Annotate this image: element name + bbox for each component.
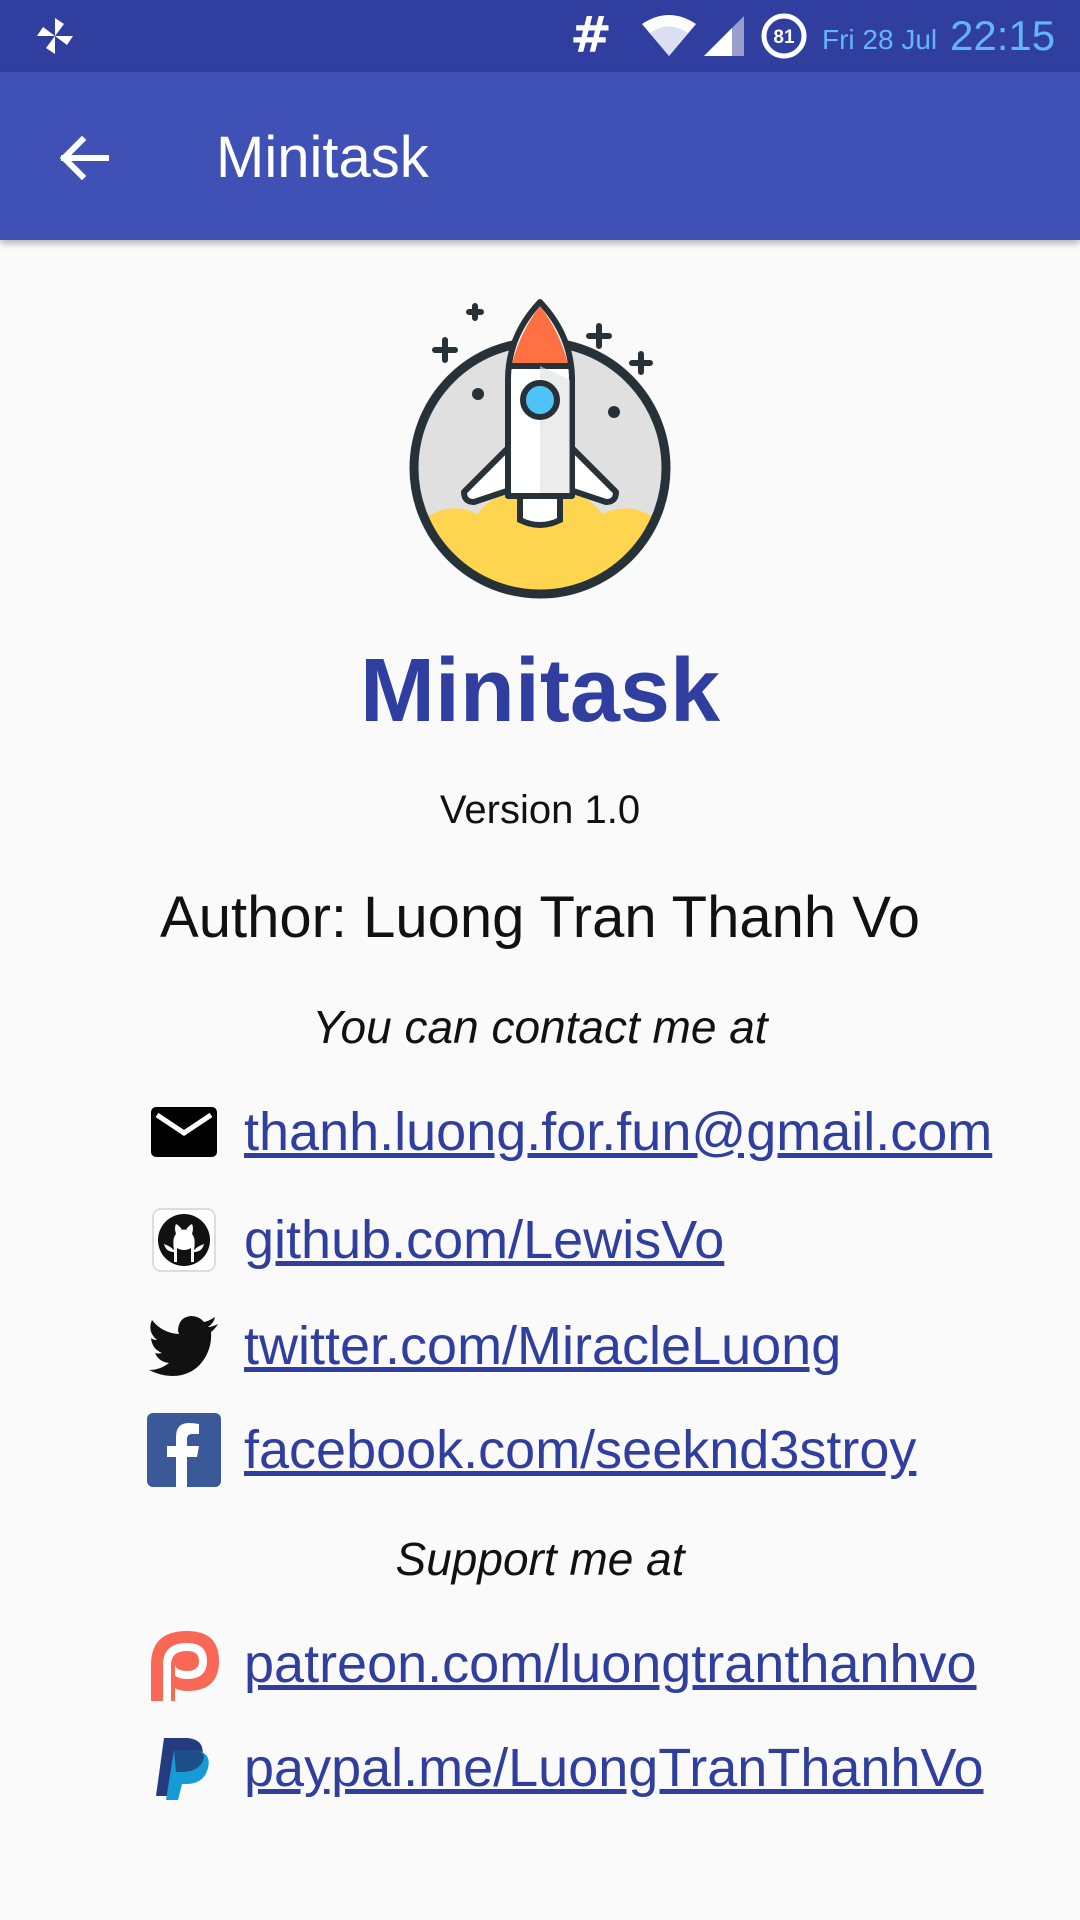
paypal-link-row[interactable]: paypal.me/LuongTranThanhVo: [146, 1728, 984, 1808]
twitter-icon: [146, 1308, 222, 1384]
hash-notification-icon: #: [570, 6, 612, 64]
wifi-icon: [642, 15, 696, 56]
pinwheel-icon: [37, 18, 73, 54]
author-text: Author: Luong Tran Thanh Vo: [160, 885, 920, 950]
email-link-row[interactable]: thanh.luong.for.fun@gmail.com: [146, 1092, 992, 1172]
github-link[interactable]: github.com/LewisVo: [244, 1209, 724, 1271]
patreon-icon: [146, 1626, 222, 1702]
email-link[interactable]: thanh.luong.for.fun@gmail.com: [244, 1101, 992, 1163]
status-date: Fri 28 Jul: [822, 24, 938, 55]
version-text: Version 1.0: [439, 788, 641, 832]
app-name-heading: Minitask: [359, 641, 721, 741]
twitter-link[interactable]: twitter.com/MiracleLuong: [244, 1315, 841, 1377]
facebook-link-row[interactable]: facebook.com/seeknd3stroy: [146, 1410, 916, 1490]
support-heading: Support me at: [395, 1533, 685, 1585]
contact-heading: You can contact me at: [312, 1001, 768, 1053]
app-bar-title: Minitask: [216, 125, 429, 190]
arrow-back-icon: [59, 135, 109, 181]
patreon-link[interactable]: patreon.com/luongtranthanhvo: [244, 1633, 977, 1695]
facebook-icon: [146, 1412, 222, 1488]
paypal-icon: [146, 1730, 222, 1806]
status-time: 22:15: [950, 12, 1056, 59]
patreon-link-row[interactable]: patreon.com/luongtranthanhvo: [146, 1624, 977, 1704]
app-bar: Minitask: [0, 72, 1080, 240]
cell-signal-icon: [704, 16, 744, 56]
facebook-link[interactable]: facebook.com/seeknd3stroy: [244, 1419, 916, 1481]
github-link-row[interactable]: github.com/LewisVo: [146, 1200, 724, 1280]
paypal-link[interactable]: paypal.me/LuongTranThanhVo: [244, 1737, 984, 1799]
battery-circle-icon: 81: [761, 13, 807, 59]
battery-level: 81: [773, 27, 795, 48]
status-bar: # 81 Fri 28 Jul 22:15: [0, 0, 1080, 72]
twitter-link-row[interactable]: twitter.com/MiracleLuong: [146, 1306, 841, 1386]
rocket-logo-icon: [409, 299, 671, 599]
github-icon: [146, 1202, 222, 1278]
email-icon: [146, 1094, 222, 1170]
back-button[interactable]: [44, 118, 124, 198]
